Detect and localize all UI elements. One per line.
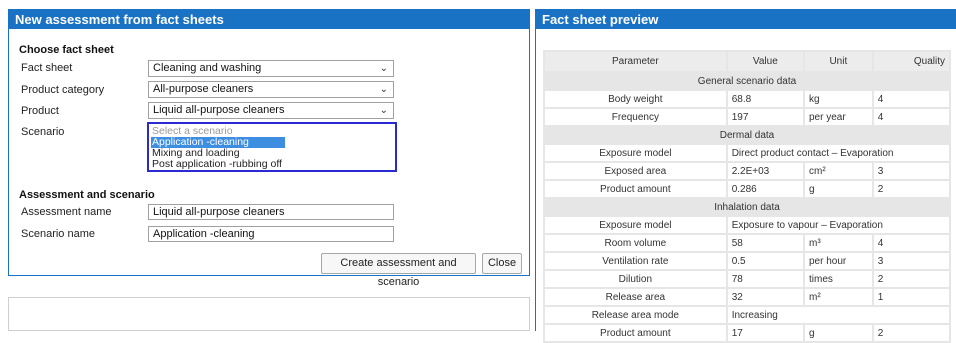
fact-sheet-label: Fact sheet bbox=[21, 62, 73, 74]
cell-unit: kg bbox=[805, 91, 872, 107]
cell-value: Increasing bbox=[727, 307, 949, 323]
header-value: Value bbox=[727, 52, 803, 71]
cell-value: Direct product contact – Evaporation bbox=[727, 145, 949, 161]
table-group-row: Dermal data bbox=[545, 127, 949, 143]
cell-unit: m³ bbox=[805, 235, 872, 251]
cell-quality: 2 bbox=[873, 325, 949, 341]
table-row: Ventilation rate 0.5 per hour 3 bbox=[545, 253, 949, 269]
scenario-name-label: Scenario name bbox=[21, 228, 95, 240]
header-quality: Quality bbox=[873, 52, 949, 71]
table-row: Exposure model Direct product contact – E… bbox=[545, 145, 949, 161]
assessment-name-label: Assessment name bbox=[21, 206, 112, 218]
cell-parameter: Exposure model bbox=[545, 217, 726, 233]
cell-quality: 3 bbox=[873, 163, 949, 179]
product-label: Product bbox=[21, 105, 59, 117]
scenario-option-post-application[interactable]: Post application -rubbing off bbox=[151, 159, 393, 170]
cell-parameter: Dilution bbox=[545, 271, 726, 287]
preview-title: Fact sheet preview bbox=[536, 10, 956, 29]
assessment-name-input[interactable]: Liquid all-purpose cleaners bbox=[148, 204, 394, 220]
cell-parameter: Exposure model bbox=[545, 145, 726, 161]
cell-parameter: Room volume bbox=[545, 235, 726, 251]
cell-parameter: Frequency bbox=[545, 109, 726, 125]
cell-quality: 1 bbox=[873, 289, 949, 305]
fact-sheet-select[interactable]: Cleaning and washing ⌄ bbox=[148, 60, 394, 77]
product-value: Liquid all-purpose cleaners bbox=[153, 104, 285, 116]
scenario-listbox[interactable]: Select a scenario Application -cleaning … bbox=[147, 122, 397, 172]
group-heading: General scenario data bbox=[545, 73, 949, 89]
cell-value: 68.8 bbox=[727, 91, 803, 107]
header-parameter: Parameter bbox=[545, 52, 726, 71]
fact-sheet-table: Parameter Value Unit Quality General sce… bbox=[543, 50, 951, 343]
table-row: Product amount 0.286 g 2 bbox=[545, 181, 949, 197]
chevron-down-icon: ⌄ bbox=[379, 105, 388, 116]
cell-parameter: Product amount bbox=[545, 325, 726, 341]
cell-value: 58 bbox=[727, 235, 803, 251]
cell-quality: 4 bbox=[873, 235, 949, 251]
cell-parameter: Body weight bbox=[545, 91, 726, 107]
cell-parameter: Exposed area bbox=[545, 163, 726, 179]
cell-unit: g bbox=[805, 325, 872, 341]
cell-value: 78 bbox=[727, 271, 803, 287]
product-select[interactable]: Liquid all-purpose cleaners ⌄ bbox=[148, 102, 394, 119]
cell-parameter: Release area mode bbox=[545, 307, 726, 323]
product-category-label: Product category bbox=[21, 84, 105, 96]
cell-unit: cm² bbox=[805, 163, 872, 179]
cell-value: 32 bbox=[727, 289, 803, 305]
assessment-scenario-heading: Assessment and scenario bbox=[19, 189, 155, 201]
table-row: Release area 32 m² 1 bbox=[545, 289, 949, 305]
cell-value: Exposure to vapour – Evaporation bbox=[727, 217, 949, 233]
cell-parameter: Ventilation rate bbox=[545, 253, 726, 269]
cell-value: 0.286 bbox=[727, 181, 803, 197]
table-row: Release area mode Increasing bbox=[545, 307, 949, 323]
product-category-select[interactable]: All-purpose cleaners ⌄ bbox=[148, 81, 394, 98]
table-row: Frequency 197 per year 4 bbox=[545, 109, 949, 125]
close-button[interactable]: Close bbox=[482, 253, 522, 274]
cell-unit: m² bbox=[805, 289, 872, 305]
table-row: Exposure model Exposure to vapour – Evapo… bbox=[545, 217, 949, 233]
cell-parameter: Release area bbox=[545, 289, 726, 305]
table-row: Product amount 17 g 2 bbox=[545, 325, 949, 341]
table-row: Room volume 58 m³ 4 bbox=[545, 235, 949, 251]
dialog-title: New assessment from fact sheets bbox=[9, 10, 529, 29]
cell-quality: 4 bbox=[873, 109, 949, 125]
new-assessment-dialog: New assessment from fact sheets Choose f… bbox=[8, 9, 530, 288]
cell-quality: 2 bbox=[873, 181, 949, 197]
fact-sheet-preview-panel: Fact sheet preview Parameter Value Unit … bbox=[535, 9, 956, 343]
table-header-row: Parameter Value Unit Quality bbox=[545, 52, 949, 71]
product-category-value: All-purpose cleaners bbox=[153, 83, 254, 95]
table-row: Body weight 68.8 kg 4 bbox=[545, 91, 949, 107]
cell-value: 0.5 bbox=[727, 253, 803, 269]
create-assessment-button[interactable]: Create assessment and scenario bbox=[321, 253, 476, 288]
cell-unit: g bbox=[805, 181, 872, 197]
cell-parameter: Product amount bbox=[545, 181, 726, 197]
table-row: Exposed area 2.2E+03 cm² 3 bbox=[545, 163, 949, 179]
choose-fact-sheet-heading: Choose fact sheet bbox=[19, 44, 114, 56]
cell-quality: 2 bbox=[873, 271, 949, 287]
table-row: Dilution 78 times 2 bbox=[545, 271, 949, 287]
chevron-down-icon: ⌄ bbox=[379, 63, 388, 74]
scenario-name-input[interactable]: Application -cleaning bbox=[148, 226, 394, 242]
group-heading: Inhalation data bbox=[545, 199, 949, 215]
header-unit: Unit bbox=[805, 52, 872, 71]
cell-value: 197 bbox=[727, 109, 803, 125]
preview-table-container: Parameter Value Unit Quality General sce… bbox=[543, 50, 951, 343]
scenario-label: Scenario bbox=[21, 126, 65, 138]
fact-sheet-value: Cleaning and washing bbox=[153, 62, 262, 74]
cell-quality: 4 bbox=[873, 91, 949, 107]
cell-quality: 3 bbox=[873, 253, 949, 269]
chevron-down-icon: ⌄ bbox=[379, 84, 388, 95]
cell-unit: per year bbox=[805, 109, 872, 125]
cell-value: 17 bbox=[727, 325, 803, 341]
bottom-empty-panel bbox=[8, 297, 530, 331]
cell-unit: times bbox=[805, 271, 872, 287]
table-group-row: General scenario data bbox=[545, 73, 949, 89]
cell-value: 2.2E+03 bbox=[727, 163, 803, 179]
group-heading: Dermal data bbox=[545, 127, 949, 143]
cell-unit: per hour bbox=[805, 253, 872, 269]
table-group-row: Inhalation data bbox=[545, 199, 949, 215]
